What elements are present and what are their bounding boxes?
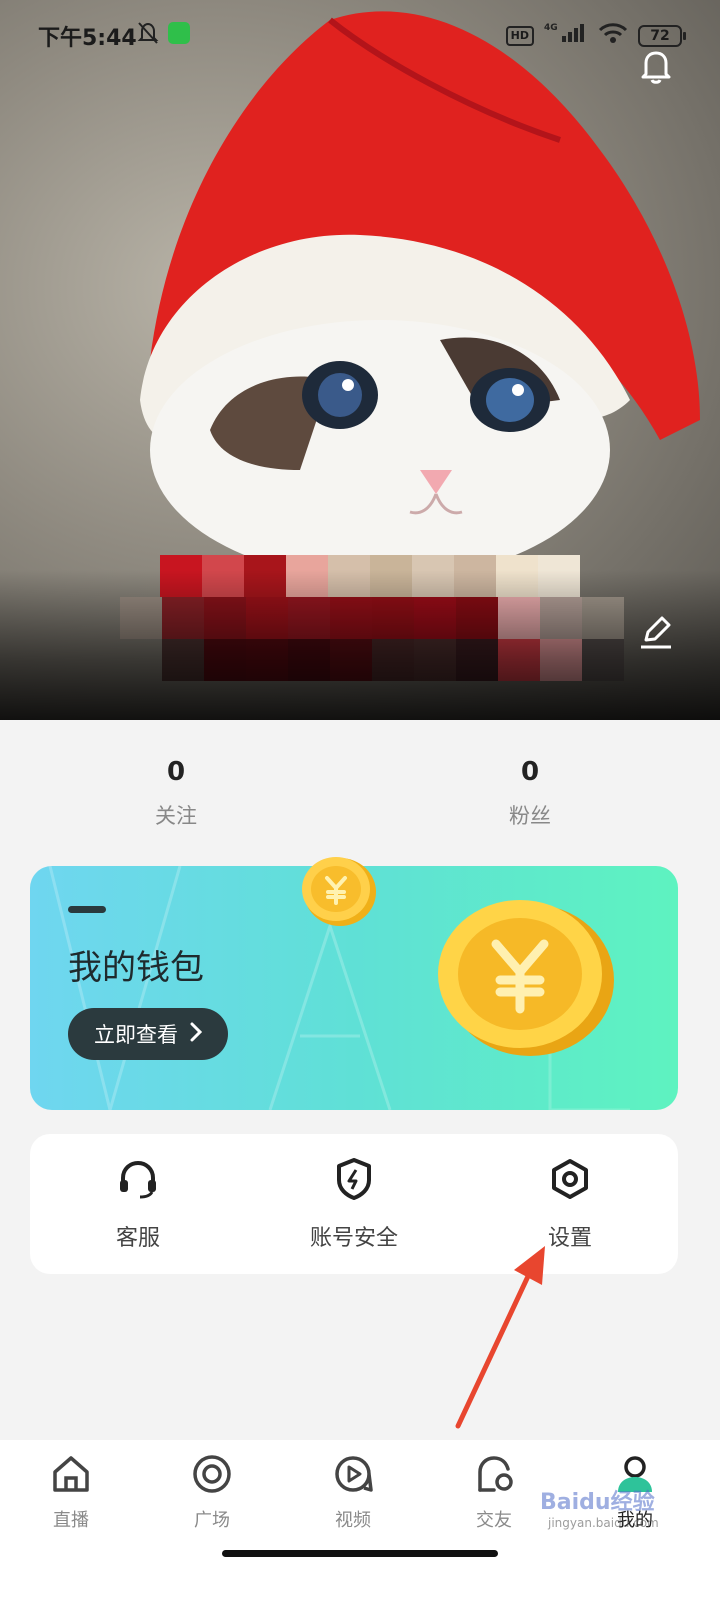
customer-service-label: 客服 bbox=[115, 1226, 160, 1251]
nav-label-friends: 交友 bbox=[476, 1510, 512, 1531]
nav-item-plaza[interactable]: 广场 bbox=[152, 1452, 272, 1532]
video-icon bbox=[331, 1452, 375, 1496]
status-time: 下午5:44 bbox=[38, 26, 137, 51]
account-security-label: 账号安全 bbox=[309, 1226, 398, 1251]
quick-menu-card: 客服 账号安全 设置 bbox=[30, 1134, 678, 1274]
followers-label: 粉丝 bbox=[509, 804, 551, 828]
following-count: 0 bbox=[166, 757, 186, 787]
nav-item-live[interactable]: 直播 bbox=[11, 1452, 131, 1532]
network-type: 4G bbox=[544, 23, 558, 33]
followers-count: 0 bbox=[520, 757, 540, 787]
nav-label-live: 直播 bbox=[53, 1510, 89, 1531]
nav-label-plaza: 广场 bbox=[194, 1510, 230, 1531]
baidu-watermark: Baidu经验 jingyan.baidu.com bbox=[540, 1484, 659, 1530]
headset-icon bbox=[115, 1156, 161, 1202]
following-stat[interactable]: 0 关注 bbox=[116, 752, 236, 830]
nav-item-video[interactable]: 视频 bbox=[293, 1452, 413, 1532]
following-label: 关注 bbox=[155, 804, 197, 828]
watermark-text: Baidu经验 bbox=[540, 1490, 655, 1515]
status-bar: 下午5:44 HD 4G 72 bbox=[0, 0, 720, 70]
home-indicator-bar[interactable] bbox=[222, 1550, 498, 1557]
nav-label-video: 视频 bbox=[335, 1510, 371, 1531]
target-icon bbox=[190, 1452, 234, 1496]
profile-cover-photo[interactable] bbox=[0, 0, 720, 720]
shield-icon bbox=[331, 1156, 377, 1202]
mute-bell-icon bbox=[136, 20, 160, 52]
large-coin-icon bbox=[430, 894, 620, 1068]
friends-icon bbox=[472, 1452, 516, 1496]
home-icon bbox=[49, 1452, 93, 1496]
signal-icon: 4G bbox=[544, 22, 588, 50]
edit-cover-pencil-icon[interactable] bbox=[636, 612, 676, 652]
customer-service-item[interactable]: 客服 bbox=[58, 1156, 218, 1252]
account-security-item[interactable]: 账号安全 bbox=[274, 1156, 434, 1252]
wifi-icon bbox=[598, 22, 628, 50]
hd-badge: HD bbox=[505, 26, 534, 46]
wallet-accent-dash bbox=[68, 906, 106, 913]
chevron-right-icon bbox=[190, 1022, 203, 1047]
small-coin-icon bbox=[296, 852, 380, 940]
battery-indicator: 72 bbox=[638, 25, 686, 47]
wallet-title: 我的钱包 bbox=[68, 948, 204, 988]
watermark-url: jingyan.baidu.com bbox=[548, 1516, 659, 1530]
notification-bell-icon[interactable] bbox=[636, 46, 676, 86]
wallet-view-button[interactable]: 立即查看 bbox=[68, 1008, 228, 1060]
wallet-view-button-label: 立即查看 bbox=[94, 1023, 178, 1047]
cover-gradient-overlay bbox=[0, 570, 720, 720]
followers-stat[interactable]: 0 粉丝 bbox=[470, 752, 590, 830]
settings-item[interactable]: 设置 bbox=[490, 1156, 650, 1252]
app-notification-icon bbox=[168, 22, 190, 44]
settings-label: 设置 bbox=[547, 1226, 592, 1251]
nav-item-friends[interactable]: 交友 bbox=[434, 1452, 554, 1532]
gear-icon bbox=[547, 1156, 593, 1202]
